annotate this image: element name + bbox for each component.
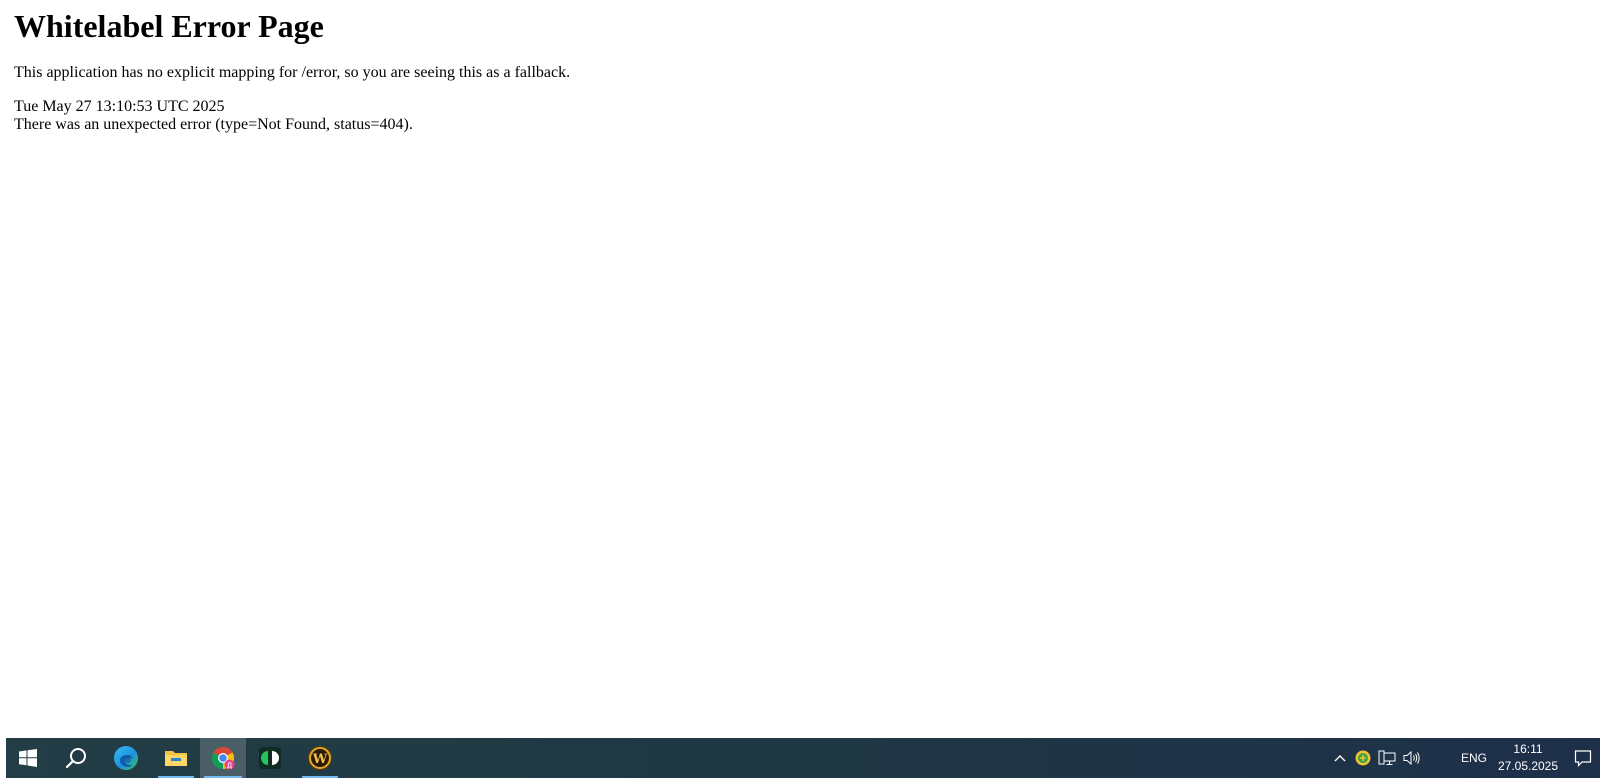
world-of-warcraft-icon: W (308, 746, 332, 770)
search-icon (65, 748, 86, 769)
error-timestamp: Tue May 27 13:10:53 UTC 2025 (14, 98, 225, 115)
svg-text:W: W (312, 752, 328, 767)
app-button[interactable] (248, 738, 292, 778)
world-of-warcraft-button[interactable]: W (298, 738, 342, 778)
page-title: Whitelabel Error Page (14, 8, 324, 44)
action-center-button[interactable] (1566, 738, 1600, 778)
chevron-up-icon (1334, 755, 1346, 762)
network-icon (1378, 750, 1396, 765)
clock-time: 16:11 (1513, 742, 1543, 756)
network-button[interactable] (1376, 738, 1398, 778)
svg-text:Д: Д (227, 761, 233, 769)
fallback-message: This application has no explicit mapping… (14, 64, 571, 81)
volume-button[interactable] (1400, 738, 1424, 778)
start-icon (19, 749, 37, 767)
clock[interactable]: 16:11 27.05.2025 (1492, 741, 1564, 775)
error-description: There was an unexpected error (type=Not … (14, 116, 413, 133)
edge-icon (114, 746, 138, 770)
show-hidden-icons-button[interactable] (1330, 738, 1350, 778)
tray-app-icon (1355, 750, 1371, 766)
file-explorer-icon (165, 751, 187, 766)
error-page: Whitelabel Error Page This application h… (0, 0, 1600, 738)
chrome-icon: Д (212, 747, 235, 770)
taskbar: Д W ENG 16:11 27.05.2025 (6, 738, 1600, 778)
error-details: Tue May 27 13:10:53 UTC 2025 There was a… (14, 98, 413, 134)
clock-date: 27.05.2025 (1497, 759, 1559, 773)
language-indicator[interactable]: ENG (1456, 738, 1492, 778)
chrome-button[interactable]: Д (200, 738, 246, 778)
search-button[interactable] (54, 738, 98, 778)
start-button[interactable] (6, 738, 50, 778)
volume-icon (1403, 750, 1420, 766)
file-explorer-button[interactable] (154, 738, 198, 778)
notification-icon (1574, 750, 1592, 767)
edge-button[interactable] (104, 738, 148, 778)
tray-app-button[interactable] (1352, 738, 1374, 778)
app-icon (259, 747, 281, 769)
